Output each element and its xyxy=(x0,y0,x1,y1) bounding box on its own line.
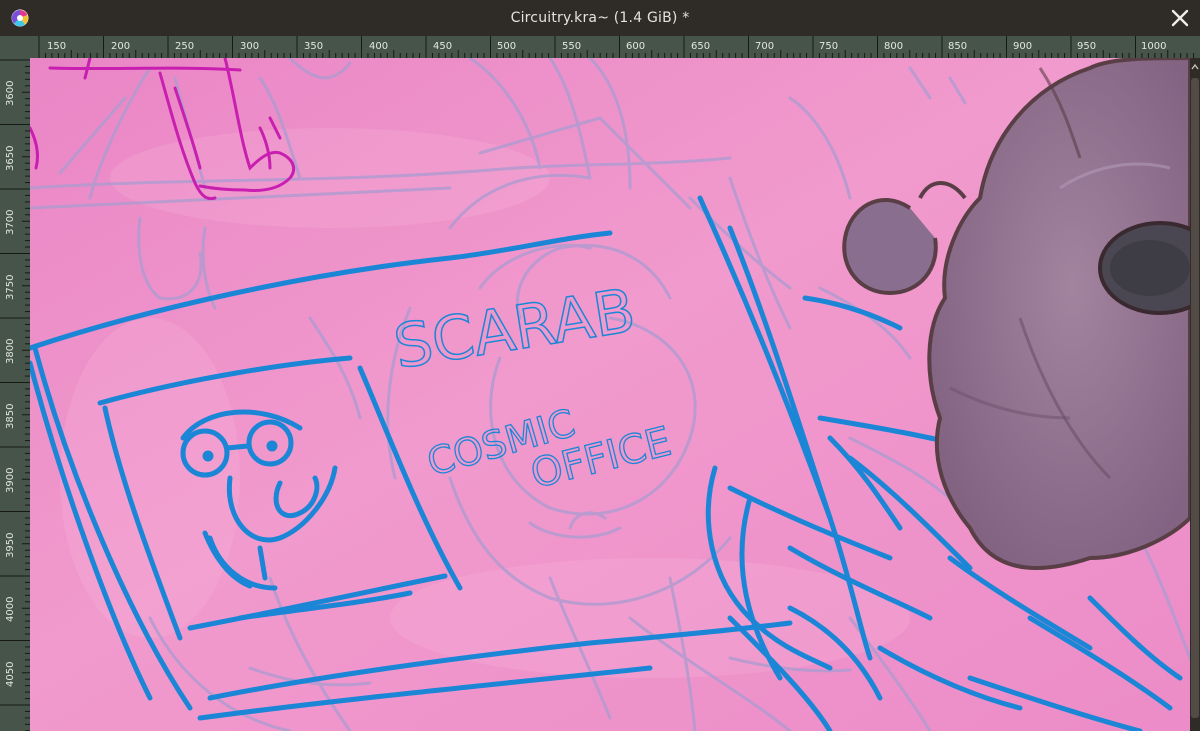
ruler-label: 850 xyxy=(948,41,967,52)
ruler-label: 250 xyxy=(175,41,194,52)
ruler-label: 950 xyxy=(1077,41,1096,52)
vertical-scrollbar[interactable] xyxy=(1190,58,1200,731)
vertical-ruler[interactable]: 3600 3650 3700 3750 3800 3850 3900 3950 … xyxy=(0,58,30,731)
ruler-label: 3650 xyxy=(5,146,16,171)
close-icon[interactable] xyxy=(1168,6,1192,30)
scroll-up-icon[interactable] xyxy=(1190,60,1200,74)
ruler-label: 3900 xyxy=(5,468,16,493)
ruler-label: 3800 xyxy=(5,339,16,364)
window-title: Circuitry.kra~ (1.4 GiB) * xyxy=(510,10,690,26)
title-bar: Circuitry.kra~ (1.4 GiB) * xyxy=(0,0,1200,36)
ruler-label: 200 xyxy=(111,41,130,52)
ruler-label: 800 xyxy=(884,41,903,52)
ruler-label: 350 xyxy=(304,41,323,52)
ruler-label: 3850 xyxy=(5,404,16,429)
ruler-label: 450 xyxy=(433,41,452,52)
scrollbar-thumb[interactable] xyxy=(1191,78,1199,718)
ruler-label: 300 xyxy=(240,41,259,52)
ruler-label: 3750 xyxy=(5,275,16,300)
ruler-label: 700 xyxy=(755,41,774,52)
drawing-canvas[interactable]: SCARAB COSMIC OFFICE xyxy=(30,58,1190,731)
ruler-label: 550 xyxy=(562,41,581,52)
ruler-label: 400 xyxy=(369,41,388,52)
ruler-label: 3700 xyxy=(5,210,16,235)
ruler-label: 750 xyxy=(819,41,838,52)
ruler-label: 1000 xyxy=(1141,41,1166,52)
ruler-label: 900 xyxy=(1013,41,1032,52)
ruler-label: 150 xyxy=(47,41,66,52)
ruler-label: 4000 xyxy=(5,597,16,622)
ruler-corner xyxy=(0,36,30,58)
ruler-label: 3950 xyxy=(5,533,16,558)
horizontal-ruler[interactable]: 150 200 250 300 350 400 450 500 550 600 … xyxy=(30,36,1200,58)
ruler-label: 4050 xyxy=(5,662,16,687)
ruler-label: 650 xyxy=(691,41,710,52)
ruler-label: 3600 xyxy=(5,81,16,106)
ruler-label: 500 xyxy=(497,41,516,52)
ruler-label: 600 xyxy=(626,41,645,52)
